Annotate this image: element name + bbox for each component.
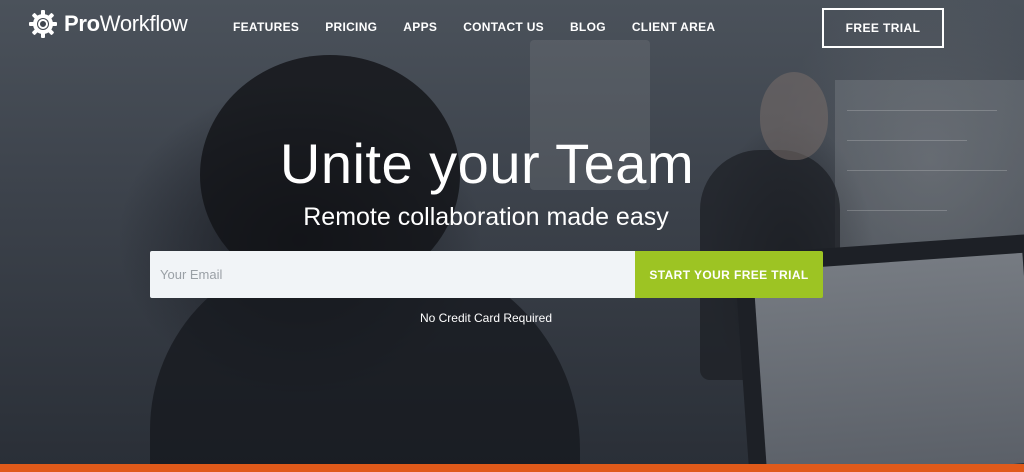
no-credit-card-note: No Credit Card Required	[419, 311, 553, 325]
start-free-trial-button[interactable]: START YOUR FREE TRIAL	[635, 251, 823, 298]
nav-link-features[interactable]: FEATURES	[233, 20, 299, 34]
main-nav: FEATURES PRICING APPS CONTACT US BLOG CL…	[233, 20, 741, 34]
nav-link-contact-us[interactable]: CONTACT US	[463, 20, 544, 34]
nav-link-client-area[interactable]: CLIENT AREA	[632, 20, 716, 34]
orange-accent-strip	[0, 464, 1024, 472]
free-trial-button[interactable]: FREE TRIAL	[822, 8, 944, 48]
logo-wordmark: ProWorkflow	[64, 11, 188, 37]
gear-icon	[28, 9, 58, 39]
logo[interactable]: ProWorkflow	[28, 9, 188, 39]
logo-text-bold: Pro	[64, 11, 100, 36]
hero-section	[0, 0, 1024, 464]
logo-text-light: Workflow	[99, 11, 188, 36]
signup-form: START YOUR FREE TRIAL	[150, 251, 823, 298]
nav-link-pricing[interactable]: PRICING	[325, 20, 377, 34]
hero-title: Unite your Team	[279, 132, 695, 195]
hero-subtitle: Remote collaboration made easy	[303, 203, 669, 231]
nav-link-apps[interactable]: APPS	[403, 20, 437, 34]
email-input[interactable]	[150, 251, 635, 298]
nav-link-blog[interactable]: BLOG	[570, 20, 606, 34]
